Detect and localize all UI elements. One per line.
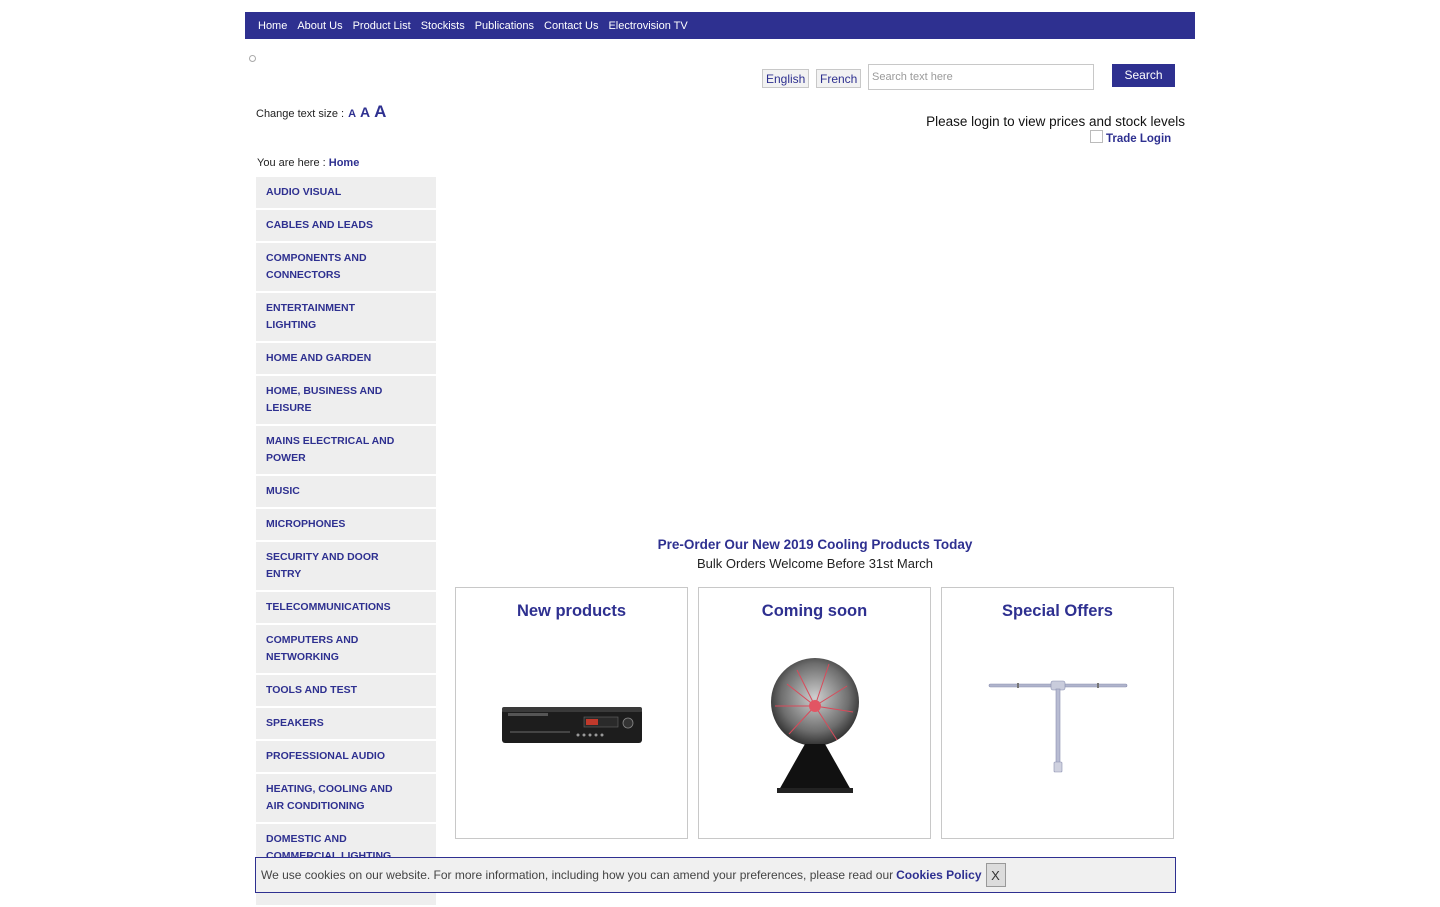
sidebar-item-telecommunications[interactable]: TELECOMMUNICATIONS <box>256 592 436 625</box>
login-message: Please login to view prices and stock le… <box>926 114 1185 129</box>
sidebar-item-security-door-entry[interactable]: SECURITY AND DOOR ENTRY <box>256 542 436 592</box>
sidebar-item-home-business-leisure[interactable]: HOME, BUSINESS AND LEISURE <box>256 376 436 426</box>
placeholder-image-icon <box>249 55 256 62</box>
breadcrumb-prefix: You are here : <box>257 157 326 169</box>
text-size-large[interactable]: A <box>374 102 386 122</box>
nav-stockists[interactable]: Stockists <box>421 20 465 32</box>
text-size-small[interactable]: A <box>348 108 356 120</box>
nav-publications[interactable]: Publications <box>475 20 534 32</box>
top-nav-bar: Home About Us Product List Stockists Pub… <box>245 12 1195 39</box>
trade-login-label: Trade Login <box>1106 133 1172 145</box>
search-button[interactable]: Search <box>1112 64 1175 87</box>
coming-soon-box[interactable]: Coming soon <box>698 587 931 839</box>
special-offers-box[interactable]: Special Offers <box>941 587 1174 839</box>
language-english-button[interactable]: English <box>762 69 810 88</box>
text-size-control: Change text size : A A A <box>256 102 386 122</box>
coming-soon-title: Coming soon <box>761 602 868 620</box>
sidebar-item-speakers[interactable]: SPEAKERS <box>256 708 436 741</box>
cd-recorder-image <box>502 707 642 743</box>
cookie-banner: We use cookies on our website. For more … <box>255 857 1176 893</box>
sidebar-item-heating-cooling-air[interactable]: HEATING, COOLING AND AIR CONDITIONING <box>256 774 436 824</box>
text-size-medium[interactable]: A <box>360 104 370 120</box>
text-size-label: Change text size : <box>256 108 345 120</box>
nav-electrovision-tv[interactable]: Electrovision TV <box>608 20 687 32</box>
sidebar-item-audio-visual[interactable]: AUDIO VISUAL <box>256 177 436 210</box>
new-products-box[interactable]: New products <box>455 587 688 839</box>
breadcrumb: You are here : Home <box>257 157 359 169</box>
cookies-policy-link[interactable]: Cookies Policy <box>896 868 981 882</box>
nav-about-us[interactable]: About Us <box>297 20 342 32</box>
breadcrumb-home[interactable]: Home <box>329 157 360 169</box>
sidebar-item-components-and-connectors[interactable]: COMPONENTS AND CONNECTORS <box>256 243 436 293</box>
sidebar-item-microphones[interactable]: MICROPHONES <box>256 509 436 542</box>
language-french-button[interactable]: French <box>816 69 862 88</box>
cookie-text: We use cookies on our website. For more … <box>261 868 894 882</box>
trade-login-link[interactable]: Trade Login <box>1090 129 1172 145</box>
sidebar-item-mains-electrical-power[interactable]: MAINS ELECTRICAL AND POWER <box>256 426 436 476</box>
sidebar-item-entertainment-lighting[interactable]: ENTERTAINMENT LIGHTING <box>256 293 436 343</box>
sidebar-item-computers-networking[interactable]: COMPUTERS AND NETWORKING <box>256 625 436 675</box>
checkbox-icon <box>1090 129 1103 143</box>
sidebar-item-tools-and-test[interactable]: TOOLS AND TEST <box>256 675 436 708</box>
promo-subtitle: Bulk Orders Welcome Before 31st March <box>696 556 933 571</box>
nav-home[interactable]: Home <box>258 20 287 32</box>
special-offers-title: Special Offers <box>1002 602 1113 620</box>
sidebar-item-music[interactable]: MUSIC <box>256 476 436 509</box>
cookie-close-button[interactable]: X <box>985 863 1006 887</box>
nav-contact-us[interactable]: Contact Us <box>544 20 598 32</box>
sidebar-item-professional-audio[interactable]: PROFESSIONAL AUDIO <box>256 741 436 774</box>
sidebar-item-cables-and-leads[interactable]: CABLES AND LEADS <box>256 210 436 243</box>
new-products-title: New products <box>516 602 627 620</box>
category-sidebar: AUDIO VISUAL CABLES AND LEADS COMPONENTS… <box>256 177 436 907</box>
search-input[interactable] <box>868 64 1094 90</box>
nav-product-list[interactable]: Product List <box>353 20 411 32</box>
promo-title[interactable]: Pre-Order Our New 2019 Cooling Products … <box>455 537 1175 552</box>
plasma-ball-image <box>771 658 859 793</box>
dipole-antenna-image <box>988 680 1128 773</box>
sidebar-item-home-and-garden[interactable]: HOME AND GARDEN <box>256 343 436 376</box>
